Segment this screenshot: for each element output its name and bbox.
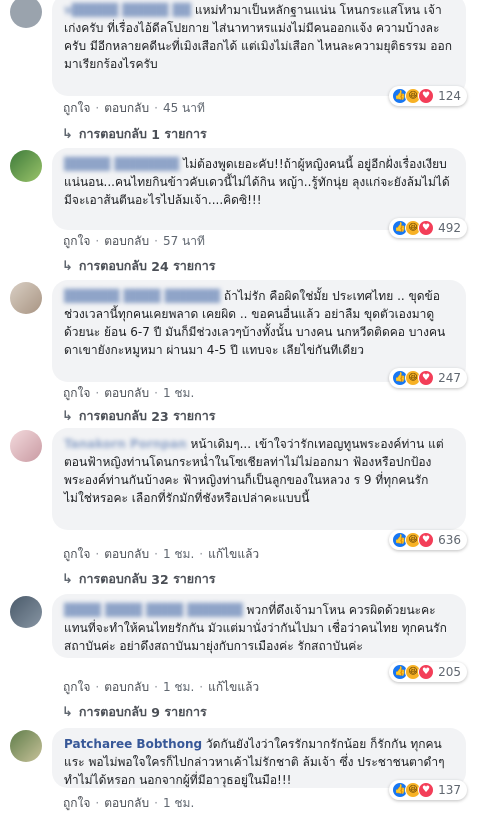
replies-prefix: การตอบกลับ <box>78 571 147 586</box>
comment-bubble: ████ ████ ████ ██████ พวกที่ดึงเจ้ามาโหน… <box>52 594 466 658</box>
comment-author[interactable]: Tanakorn Pornpan <box>64 437 187 451</box>
reply-link[interactable]: ตอบกลับ <box>104 234 149 248</box>
replies-suffix: รายการ <box>173 408 216 423</box>
comment-author[interactable]: ████ ████ ████ ██████ <box>64 603 243 617</box>
replies-prefix: การตอบกลับ <box>78 408 147 423</box>
comment-bubble: Tanakorn Pornpan หน้าเดิมๆ... เข้าใจว่าร… <box>52 428 466 530</box>
reaction-summary[interactable]: 👍 😆 ♥ 247 <box>389 368 467 388</box>
view-replies-link[interactable]: ↳ การตอบกลับ 1 รายการ <box>62 124 207 144</box>
like-link[interactable]: ถูกใจ <box>63 796 90 810</box>
comment-time[interactable]: 45 นาที <box>163 101 205 115</box>
replies-count: 24 <box>151 258 169 274</box>
comment-author[interactable]: █████ ███████ <box>64 157 183 171</box>
avatar[interactable] <box>10 430 42 462</box>
comment-bubble: ██████ ████ ██████ ถ้าไม่รัก คือผิดใช่มั… <box>52 280 466 382</box>
comment-author[interactable]: Patcharee Bobthong <box>64 737 202 751</box>
like-link[interactable]: ถูกใจ <box>63 386 90 400</box>
reply-link[interactable]: ตอบกลับ <box>104 680 149 694</box>
reaction-count: 205 <box>438 665 461 679</box>
replies-count: 32 <box>151 571 169 587</box>
reaction-summary[interactable]: 👍 😆 ♥ 137 <box>389 780 467 800</box>
reply-arrow-icon: ↳ <box>62 258 73 274</box>
reaction-summary[interactable]: 👍 😆 ♥ 205 <box>389 662 467 682</box>
reaction-summary[interactable]: 👍 😆 ♥ 636 <box>389 530 467 550</box>
love-reaction-icon: ♥ <box>418 532 435 548</box>
view-replies-link[interactable]: ↳ การตอบกลับ 23 รายการ <box>62 406 215 426</box>
replies-prefix: การตอบกลับ <box>78 126 147 141</box>
replies-prefix: การตอบกลับ <box>78 258 147 273</box>
reaction-summary[interactable]: 👍 😆 ♥ 492 <box>389 218 467 238</box>
like-link[interactable]: ถูกใจ <box>63 101 90 115</box>
reply-link[interactable]: ตอบกลับ <box>104 386 149 400</box>
reply-arrow-icon: ↳ <box>62 704 73 720</box>
replies-count: 23 <box>151 408 169 424</box>
love-reaction-icon: ♥ <box>418 220 435 236</box>
comment-actions: ถูกใจ · ตอบกลับ · 45 นาที <box>63 101 205 115</box>
replies-count: 1 <box>151 126 160 142</box>
like-link[interactable]: ถูกใจ <box>63 547 90 561</box>
reaction-count: 247 <box>438 371 461 385</box>
avatar[interactable] <box>10 0 42 28</box>
love-reaction-icon: ♥ <box>418 370 435 386</box>
reply-arrow-icon: ↳ <box>62 126 73 142</box>
comment-author[interactable]: ██████ ████ ██████ <box>64 289 220 303</box>
reply-link[interactable]: ตอบกลับ <box>104 547 149 561</box>
reaction-summary[interactable]: 👍 😆 ♥ 124 <box>389 86 467 106</box>
comment-actions: ถูกใจ · ตอบกลับ · 1 ชม. · แก้ไขแล้ว <box>63 680 260 694</box>
replies-suffix: รายการ <box>164 704 207 719</box>
view-replies-link[interactable]: ↳ การตอบกลับ 32 รายการ <box>62 569 215 589</box>
like-link[interactable]: ถูกใจ <box>63 234 90 248</box>
reaction-count: 137 <box>438 783 461 797</box>
reply-arrow-icon: ↳ <box>62 408 73 424</box>
comment-author[interactable]: ห█████ █████ ██ <box>64 3 191 17</box>
comment-actions: ถูกใจ · ตอบกลับ · 1 ชม. · แก้ไขแล้ว <box>63 547 260 561</box>
avatar[interactable] <box>10 596 42 628</box>
comment-actions: ถูกใจ · ตอบกลับ · 1 ชม. <box>63 796 195 810</box>
reply-link[interactable]: ตอบกลับ <box>104 101 149 115</box>
love-reaction-icon: ♥ <box>418 88 435 104</box>
edited-link[interactable]: แก้ไขแล้ว <box>208 547 259 561</box>
comment-time[interactable]: 1 ชม. <box>163 386 194 400</box>
edited-link[interactable]: แก้ไขแล้ว <box>208 680 259 694</box>
replies-suffix: รายการ <box>173 258 216 273</box>
reply-link[interactable]: ตอบกลับ <box>104 796 149 810</box>
replies-prefix: การตอบกลับ <box>78 704 147 719</box>
comment-bubble: Patcharee Bobthong วัดกันยังไงว่าใครรักม… <box>52 728 466 788</box>
avatar[interactable] <box>10 150 42 182</box>
reaction-count: 636 <box>438 533 461 547</box>
replies-suffix: รายการ <box>173 571 216 586</box>
replies-suffix: รายการ <box>164 126 207 141</box>
reply-arrow-icon: ↳ <box>62 571 73 587</box>
view-replies-link[interactable]: ↳ การตอบกลับ 9 รายการ <box>62 702 207 722</box>
comment-bubble: ห█████ █████ ██ แหม่ทำมาเป็นหลักฐานแน่น … <box>52 0 466 96</box>
love-reaction-icon: ♥ <box>418 782 435 798</box>
avatar[interactable] <box>10 730 42 762</box>
view-replies-link[interactable]: ↳ การตอบกลับ 24 รายการ <box>62 256 215 276</box>
comment-time[interactable]: 1 ชม. <box>163 547 194 561</box>
avatar[interactable] <box>10 282 42 314</box>
reaction-count: 492 <box>438 221 461 235</box>
like-link[interactable]: ถูกใจ <box>63 680 90 694</box>
comment-time[interactable]: 1 ชม. <box>163 680 194 694</box>
reaction-count: 124 <box>438 89 461 103</box>
replies-count: 9 <box>151 704 160 720</box>
comment-actions: ถูกใจ · ตอบกลับ · 57 นาที <box>63 234 205 248</box>
love-reaction-icon: ♥ <box>418 664 435 680</box>
comment-actions: ถูกใจ · ตอบกลับ · 1 ชม. <box>63 386 195 400</box>
comment-time[interactable]: 57 นาที <box>163 234 205 248</box>
comment-time[interactable]: 1 ชม. <box>163 796 194 810</box>
